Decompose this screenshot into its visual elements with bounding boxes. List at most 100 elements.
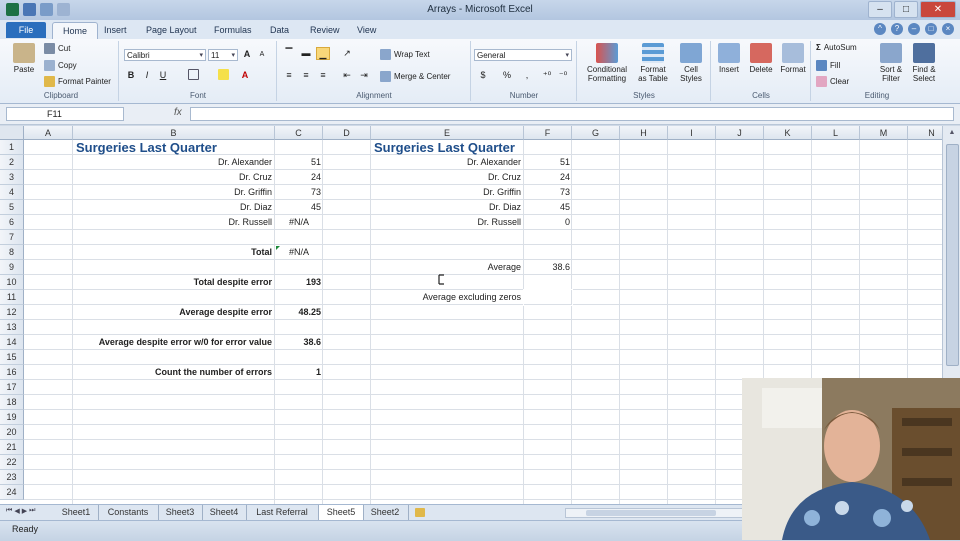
underline-button[interactable]: U bbox=[156, 69, 170, 82]
left-table-title[interactable]: Surgeries Last Quarter bbox=[74, 140, 219, 155]
surgery-count-cell[interactable]: 0 bbox=[524, 215, 572, 230]
surgery-count-cell[interactable]: 24 bbox=[275, 170, 323, 185]
merge-center-button[interactable]: Merge & Center bbox=[380, 71, 450, 82]
column-header-j[interactable]: J bbox=[716, 126, 764, 140]
middle-align-button[interactable]: ▬ bbox=[299, 47, 313, 60]
align-left-button[interactable]: ≡ bbox=[282, 69, 296, 82]
average-w0-value[interactable]: 38.6 bbox=[275, 335, 323, 350]
row-header[interactable]: 11 bbox=[0, 290, 24, 305]
align-center-button[interactable]: ≡ bbox=[299, 69, 313, 82]
total-despite-error-label[interactable]: Total despite error bbox=[73, 275, 274, 290]
top-align-button[interactable]: ▔ bbox=[282, 47, 296, 60]
row-header[interactable]: 1 bbox=[0, 140, 24, 155]
select-all-corner[interactable] bbox=[0, 126, 24, 140]
wrap-text-button[interactable]: Wrap Text bbox=[380, 49, 430, 60]
copy-button[interactable]: Copy bbox=[44, 60, 77, 71]
number-format-select[interactable]: General bbox=[474, 49, 572, 62]
average-excluding-zeros-label[interactable]: Average excluding zeros bbox=[371, 290, 523, 305]
doctor-name-cell[interactable]: Dr. Cruz bbox=[73, 170, 274, 185]
paste-button[interactable]: Paste bbox=[8, 43, 40, 74]
average-label-cell[interactable]: Average bbox=[371, 260, 523, 275]
column-header-a[interactable]: A bbox=[24, 126, 73, 140]
row-header[interactable]: 17 bbox=[0, 380, 24, 395]
scroll-up-icon[interactable]: ▲ bbox=[943, 126, 960, 140]
tab-data[interactable]: Data bbox=[270, 22, 289, 38]
average-w0-label[interactable]: Average despite error w/0 for error valu… bbox=[73, 335, 274, 350]
average-despite-error-value[interactable]: 48.25 bbox=[275, 305, 323, 320]
row-header[interactable]: 18 bbox=[0, 395, 24, 410]
row-header[interactable]: 3 bbox=[0, 170, 24, 185]
doctor-name-cell[interactable]: Dr. Alexander bbox=[371, 155, 523, 170]
column-header-c[interactable]: C bbox=[275, 126, 323, 140]
row-header[interactable]: 19 bbox=[0, 410, 24, 425]
sheet-tab-sheet3[interactable]: Sheet3 bbox=[158, 505, 203, 520]
next-sheet-icon[interactable]: ▶ bbox=[22, 507, 27, 515]
column-header-n[interactable]: N bbox=[908, 126, 942, 140]
row-header[interactable]: 5 bbox=[0, 200, 24, 215]
currency-button[interactable]: $ bbox=[476, 69, 490, 82]
horizontal-scroll-thumb[interactable] bbox=[586, 510, 716, 516]
sheet-tab-constants[interactable]: Constants bbox=[98, 505, 159, 520]
row-header[interactable]: 2 bbox=[0, 155, 24, 170]
doctor-name-cell[interactable]: Dr. Russell bbox=[371, 215, 523, 230]
column-header-i[interactable]: I bbox=[668, 126, 716, 140]
row-header[interactable]: 20 bbox=[0, 425, 24, 440]
font-size-select[interactable]: 11 bbox=[208, 49, 238, 62]
total-despite-error-value[interactable]: 193 bbox=[275, 275, 323, 290]
percent-button[interactable]: % bbox=[500, 69, 514, 82]
surgery-count-cell[interactable]: 45 bbox=[275, 200, 323, 215]
italic-button[interactable]: I bbox=[140, 69, 154, 82]
sheet-tab-sheet1[interactable]: Sheet1 bbox=[54, 505, 99, 520]
row-header[interactable]: 8 bbox=[0, 245, 24, 260]
surgery-count-cell[interactable]: 24 bbox=[524, 170, 572, 185]
align-right-button[interactable]: ≡ bbox=[316, 69, 330, 82]
find-select-button[interactable]: Find & Select bbox=[908, 43, 940, 83]
doctor-name-cell[interactable]: Dr. Cruz bbox=[371, 170, 523, 185]
right-table-title[interactable]: Surgeries Last Quarter bbox=[372, 140, 517, 155]
collapse-ribbon-icon[interactable]: ^ bbox=[874, 23, 886, 35]
borders-button[interactable] bbox=[186, 69, 200, 82]
decrease-indent-button[interactable]: ⇤ bbox=[340, 69, 354, 82]
insert-cells-button[interactable]: Insert bbox=[714, 43, 744, 74]
maximize-button[interactable]: □ bbox=[894, 1, 918, 18]
column-header-b[interactable]: B bbox=[73, 126, 275, 140]
clear-button[interactable]: Clear bbox=[816, 76, 849, 87]
tab-insert[interactable]: Insert bbox=[104, 22, 127, 38]
last-sheet-icon[interactable]: ⏭ bbox=[29, 507, 35, 515]
font-color-button[interactable]: A bbox=[238, 69, 252, 82]
shrink-font-button[interactable]: A bbox=[255, 48, 269, 61]
tab-file[interactable]: File bbox=[6, 22, 46, 38]
vertical-scroll-thumb[interactable] bbox=[946, 144, 959, 366]
doctor-name-cell[interactable]: Dr. Russell bbox=[73, 215, 274, 230]
conditional-formatting-button[interactable]: Conditional Formatting bbox=[580, 43, 634, 83]
column-header-f[interactable]: F bbox=[524, 126, 572, 140]
sheet-tab-sheet2[interactable]: Sheet2 bbox=[362, 505, 409, 520]
surgery-count-cell[interactable]: 73 bbox=[275, 185, 323, 200]
workbook-close-icon[interactable]: × bbox=[942, 23, 954, 35]
orientation-button[interactable]: ↗ bbox=[340, 47, 354, 60]
surgery-count-error-cell[interactable]: #N/A bbox=[275, 215, 323, 230]
row-header[interactable]: 15 bbox=[0, 350, 24, 365]
average-value-cell[interactable]: 38.6 bbox=[524, 260, 572, 275]
selected-cell-f11[interactable] bbox=[523, 289, 573, 306]
close-button[interactable]: ✕ bbox=[920, 1, 956, 18]
doctor-name-cell[interactable]: Dr. Alexander bbox=[73, 155, 274, 170]
surgery-count-cell[interactable]: 51 bbox=[524, 155, 572, 170]
font-name-select[interactable]: Calibri bbox=[124, 49, 206, 62]
minimize-button[interactable]: – bbox=[868, 1, 892, 18]
row-header[interactable]: 7 bbox=[0, 230, 24, 245]
tab-review[interactable]: Review bbox=[310, 22, 340, 38]
column-header-e[interactable]: E bbox=[371, 126, 524, 140]
total-label-cell[interactable]: Total bbox=[73, 245, 274, 260]
increase-indent-button[interactable]: ⇥ bbox=[357, 69, 371, 82]
tab-formulas[interactable]: Formulas bbox=[214, 22, 252, 38]
format-as-table-button[interactable]: Format as Table bbox=[634, 43, 672, 83]
surgery-count-cell[interactable]: 73 bbox=[524, 185, 572, 200]
first-sheet-icon[interactable]: ⏮ bbox=[6, 507, 12, 515]
tab-page-layout[interactable]: Page Layout bbox=[146, 22, 197, 38]
autosum-button[interactable]: Σ AutoSum bbox=[816, 43, 857, 52]
surgery-count-cell[interactable]: 45 bbox=[524, 200, 572, 215]
column-header-m[interactable]: M bbox=[860, 126, 908, 140]
cut-button[interactable]: Cut bbox=[44, 43, 70, 54]
doctor-name-cell[interactable]: Dr. Diaz bbox=[371, 200, 523, 215]
